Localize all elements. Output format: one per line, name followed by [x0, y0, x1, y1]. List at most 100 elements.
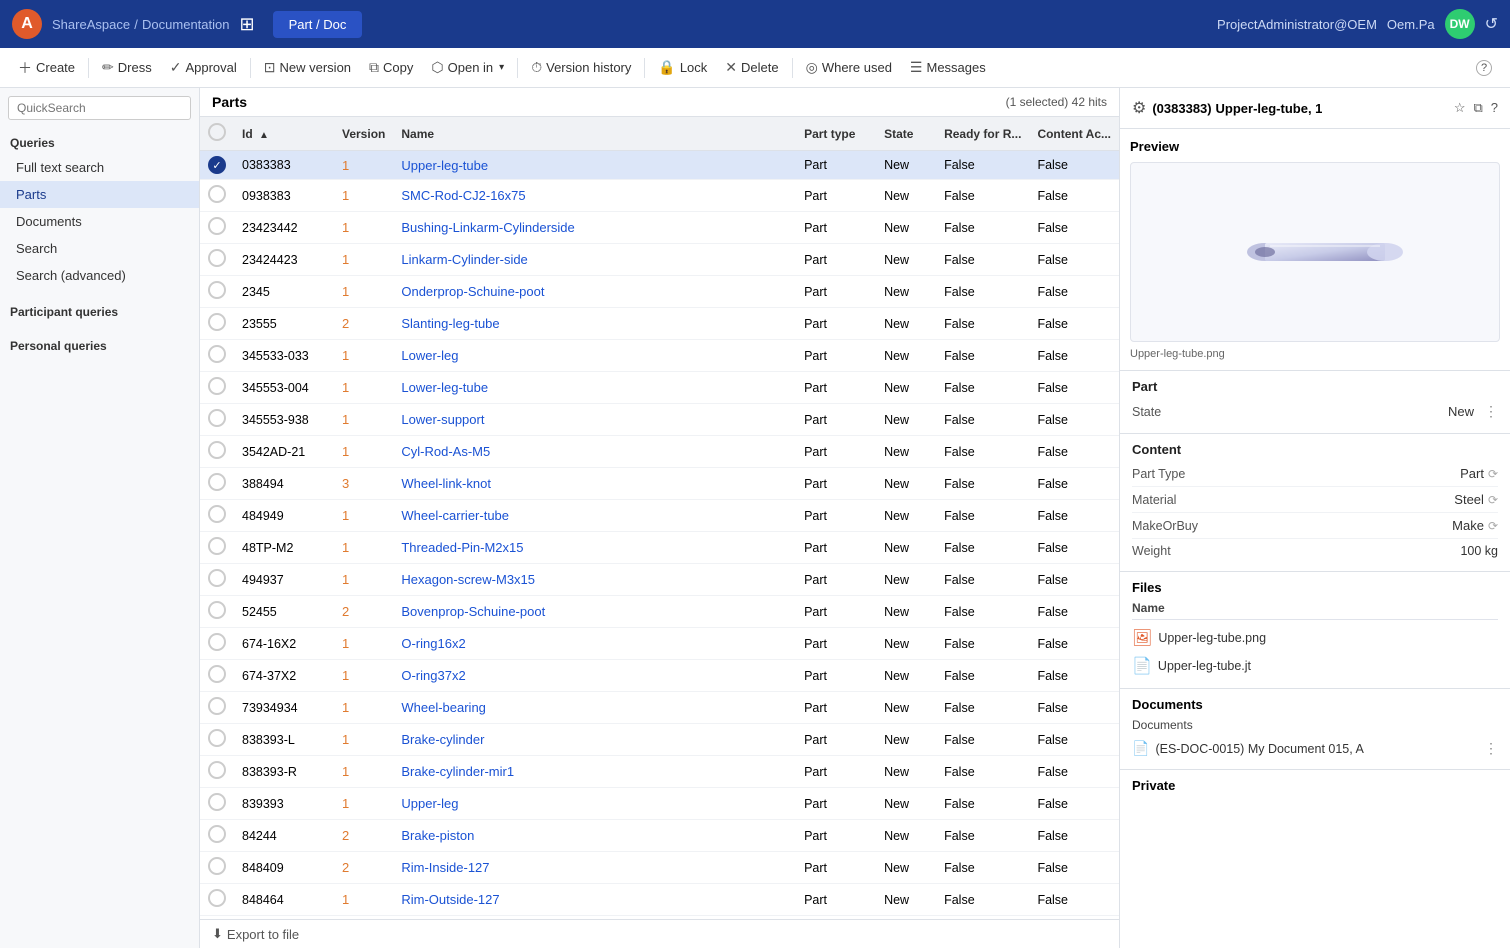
table-row[interactable]: 839393 1 Upper-leg Part New False False: [200, 788, 1119, 820]
row-select-16[interactable]: [208, 665, 226, 683]
table-row[interactable]: 84244 2 Brake-piston Part New False Fals…: [200, 820, 1119, 852]
tab-part-doc[interactable]: Part / Doc: [273, 11, 363, 38]
grid-icon[interactable]: ⊞: [239, 14, 254, 35]
row-name-7[interactable]: Lower-leg-tube: [393, 372, 796, 404]
row-name-11[interactable]: Wheel-carrier-tube: [393, 500, 796, 532]
table-row[interactable]: 848464 1 Rim-Outside-127 Part New False …: [200, 884, 1119, 916]
row-checkbox-16[interactable]: [200, 660, 234, 692]
create-button[interactable]: ＋ Create: [10, 54, 83, 82]
col-header-type[interactable]: Part type: [796, 117, 876, 151]
row-checkbox-1[interactable]: [200, 180, 234, 212]
row-name-6[interactable]: Lower-leg: [393, 340, 796, 372]
row-checkbox-11[interactable]: [200, 500, 234, 532]
row-select-4[interactable]: [208, 281, 226, 299]
row-checkbox-23[interactable]: [200, 884, 234, 916]
col-header-name[interactable]: Name: [393, 117, 796, 151]
row-select-11[interactable]: [208, 505, 226, 523]
row-select-1[interactable]: [208, 185, 226, 203]
table-row[interactable]: 3542AD-21 1 Cyl-Rod-As-M5 Part New False…: [200, 436, 1119, 468]
row-select-15[interactable]: [208, 633, 226, 651]
sidebar-item-parts[interactable]: Parts: [0, 181, 199, 208]
row-checkbox-6[interactable]: [200, 340, 234, 372]
row-checkbox-15[interactable]: [200, 628, 234, 660]
makeorbuy-history-icon[interactable]: ⟳: [1488, 519, 1498, 533]
doc-row-1[interactable]: 📄 (ES-DOC-0015) My Document 015, A ⋮: [1132, 736, 1498, 761]
row-name-22[interactable]: Rim-Inside-127: [393, 852, 796, 884]
row-select-23[interactable]: [208, 889, 226, 907]
help-detail-icon[interactable]: ?: [1491, 100, 1498, 116]
row-select-17[interactable]: [208, 697, 226, 715]
row-select-10[interactable]: [208, 473, 226, 491]
row-select-13[interactable]: [208, 569, 226, 587]
doc-more-icon-1[interactable]: ⋮: [1484, 740, 1498, 757]
row-name-12[interactable]: Threaded-Pin-M2x15: [393, 532, 796, 564]
sidebar-item-search[interactable]: Search: [0, 235, 199, 262]
table-row[interactable]: 674-16X2 1 O-ring16x2 Part New False Fal…: [200, 628, 1119, 660]
row-name-16[interactable]: O-ring37x2: [393, 660, 796, 692]
row-name-18[interactable]: Brake-cylinder: [393, 724, 796, 756]
table-row[interactable]: 0938383 1 SMC-Rod-CJ2-16x75 Part New Fal…: [200, 180, 1119, 212]
sidebar-item-full-text-search[interactable]: Full text search: [0, 154, 199, 181]
row-select-12[interactable]: [208, 537, 226, 555]
row-checkbox-10[interactable]: [200, 468, 234, 500]
row-name-9[interactable]: Cyl-Rod-As-M5: [393, 436, 796, 468]
delete-button[interactable]: ✕ Delete: [717, 55, 786, 80]
row-name-15[interactable]: O-ring16x2: [393, 628, 796, 660]
approval-button[interactable]: ✓ Approval: [162, 55, 245, 80]
row-name-14[interactable]: Bovenprop-Schuine-poot: [393, 596, 796, 628]
help-button[interactable]: ?: [1468, 56, 1500, 80]
col-header-id[interactable]: Id ▲: [234, 117, 334, 151]
row-checkbox-19[interactable]: [200, 756, 234, 788]
row-select-5[interactable]: [208, 313, 226, 331]
row-select-0[interactable]: ✓: [208, 156, 226, 174]
row-select-2[interactable]: [208, 217, 226, 235]
material-history-icon[interactable]: ⟳: [1488, 493, 1498, 507]
messages-button[interactable]: ☰ Messages: [902, 55, 994, 80]
row-checkbox-5[interactable]: [200, 308, 234, 340]
row-checkbox-18[interactable]: [200, 724, 234, 756]
file-row-jt[interactable]: 📄 Upper-leg-tube.jt: [1132, 652, 1498, 680]
table-row[interactable]: 674-37X2 1 O-ring37x2 Part New False Fal…: [200, 660, 1119, 692]
row-name-10[interactable]: Wheel-link-knot: [393, 468, 796, 500]
table-row[interactable]: 48TP-M2 1 Threaded-Pin-M2x15 Part New Fa…: [200, 532, 1119, 564]
table-row[interactable]: 23424423 1 Linkarm-Cylinder-side Part Ne…: [200, 244, 1119, 276]
select-all-checkbox[interactable]: [208, 123, 226, 141]
row-checkbox-4[interactable]: [200, 276, 234, 308]
row-select-19[interactable]: [208, 761, 226, 779]
sidebar-item-documents[interactable]: Documents: [0, 208, 199, 235]
col-header-state[interactable]: State: [876, 117, 936, 151]
col-header-ready[interactable]: Ready for R...: [936, 117, 1029, 151]
row-name-19[interactable]: Brake-cylinder-mir1: [393, 756, 796, 788]
row-checkbox-13[interactable]: [200, 564, 234, 596]
copy-detail-icon[interactable]: ⧉: [1473, 100, 1482, 116]
row-name-23[interactable]: Rim-Outside-127: [393, 884, 796, 916]
row-select-18[interactable]: [208, 729, 226, 747]
row-checkbox-17[interactable]: [200, 692, 234, 724]
row-checkbox-22[interactable]: [200, 852, 234, 884]
row-select-21[interactable]: [208, 825, 226, 843]
row-name-5[interactable]: Slanting-leg-tube: [393, 308, 796, 340]
history-icon[interactable]: ↺: [1485, 14, 1498, 34]
row-name-2[interactable]: Bushing-Linkarm-Cylinderside: [393, 212, 796, 244]
lock-button[interactable]: 🔒 Lock: [650, 55, 715, 80]
dress-button[interactable]: ✏ Dress: [94, 55, 160, 80]
row-checkbox-0[interactable]: ✓: [200, 151, 234, 180]
row-checkbox-14[interactable]: [200, 596, 234, 628]
row-name-20[interactable]: Upper-leg: [393, 788, 796, 820]
row-select-9[interactable]: [208, 441, 226, 459]
row-checkbox-7[interactable]: [200, 372, 234, 404]
row-checkbox-8[interactable]: [200, 404, 234, 436]
row-select-6[interactable]: [208, 345, 226, 363]
row-name-0[interactable]: Upper-leg-tube: [393, 151, 796, 180]
version-history-button[interactable]: ⏱ Version history: [523, 55, 639, 80]
row-checkbox-20[interactable]: [200, 788, 234, 820]
row-name-17[interactable]: Wheel-bearing: [393, 692, 796, 724]
table-row[interactable]: 345553-938 1 Lower-support Part New Fals…: [200, 404, 1119, 436]
table-row[interactable]: 23423442 1 Bushing-Linkarm-Cylinderside …: [200, 212, 1119, 244]
app-logo[interactable]: A: [12, 9, 42, 39]
table-row[interactable]: 23555 2 Slanting-leg-tube Part New False…: [200, 308, 1119, 340]
col-header-content[interactable]: Content Ac...: [1029, 117, 1119, 151]
table-row[interactable]: ✓ 0383383 1 Upper-leg-tube Part New Fals…: [200, 151, 1119, 180]
table-row[interactable]: 345533-033 1 Lower-leg Part New False Fa…: [200, 340, 1119, 372]
row-name-1[interactable]: SMC-Rod-CJ2-16x75: [393, 180, 796, 212]
